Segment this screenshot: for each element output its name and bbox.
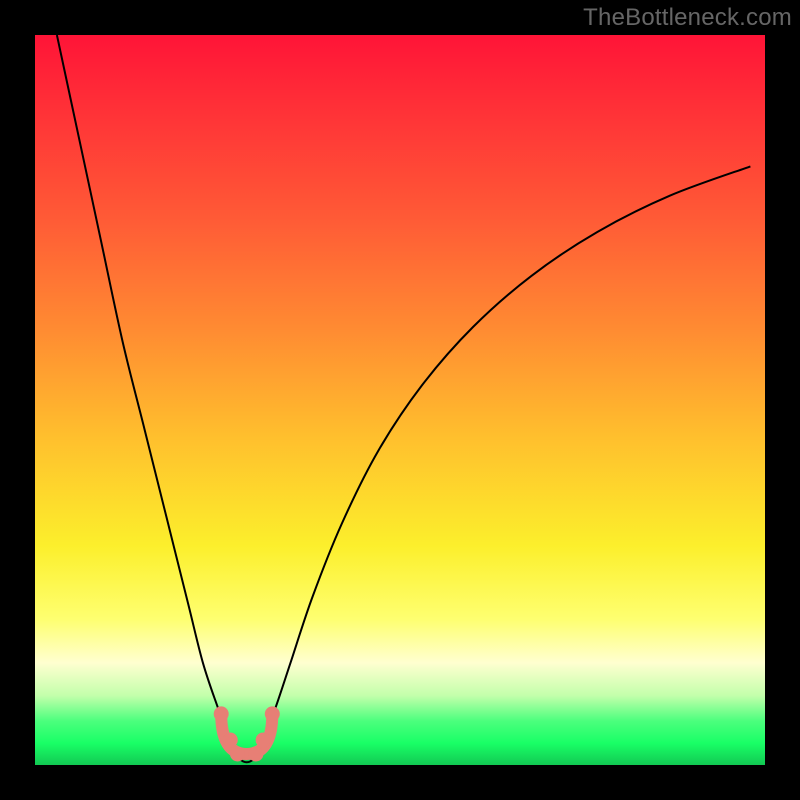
- bottleneck-curve: [57, 35, 751, 762]
- watermark-text: TheBottleneck.com: [583, 4, 792, 32]
- plot-area: [35, 35, 765, 765]
- optimum-band-marker: [214, 706, 280, 761]
- chart-frame: TheBottleneck.com: [0, 0, 800, 800]
- curve-layer: [35, 35, 765, 765]
